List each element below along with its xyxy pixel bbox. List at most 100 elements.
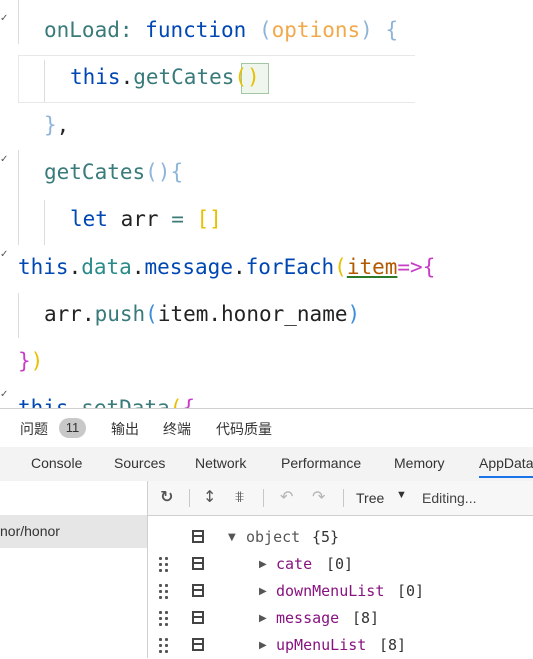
devtools-tabs: Console Sources Network Performance Memo… — [0, 447, 533, 482]
toolbar-divider — [189, 489, 190, 507]
tree-row[interactable]: ▶ downMenuList [0] — [148, 578, 533, 605]
tree-row[interactable]: ▶ cate [0] — [148, 551, 533, 578]
collapse-all-icon[interactable]: ⩨ — [235, 488, 244, 506]
problems-count-badge: 11 — [59, 418, 86, 438]
redo-icon[interactable]: ↷ — [312, 488, 325, 506]
token-paren: ( — [234, 65, 248, 89]
token-paren: ) — [360, 18, 373, 42]
object-icon — [192, 638, 204, 651]
token-dot: . — [81, 302, 95, 326]
tree-node-meta: [8] — [379, 636, 407, 654]
tab-console[interactable]: Console — [31, 455, 82, 471]
tree-row-root[interactable]: ▼ object {5} — [148, 524, 533, 551]
token-comma: , — [56, 113, 70, 137]
tab-problems[interactable]: 问题 — [20, 419, 48, 439]
code-line-7: arr.push(item.honor_name) — [44, 300, 360, 328]
drag-handle-icon[interactable] — [159, 611, 169, 627]
tab-memory[interactable]: Memory — [394, 455, 445, 471]
code-line-9: this.setData({ — [18, 394, 195, 408]
token-brace: } — [44, 113, 57, 137]
token-argument: item.honor_name — [157, 302, 348, 326]
token-brace: } — [18, 349, 31, 373]
token-brace: { — [385, 18, 399, 42]
tab-output[interactable]: 输出 — [111, 419, 139, 439]
code-line-4: getCates(){ — [44, 158, 183, 186]
token-variable: arr — [44, 302, 82, 326]
drag-handle-icon[interactable] — [159, 638, 169, 654]
token-operator: = — [171, 207, 184, 231]
appdata-tree: ▼ object {5} ▶ cate [0] ▶ downMenuList [… — [148, 516, 533, 658]
token-paren: ( — [145, 302, 158, 326]
token-paren: ( — [169, 396, 183, 408]
token-method-name: getCates — [44, 160, 146, 184]
drag-handle-icon[interactable] — [159, 557, 169, 573]
token-this: this — [70, 65, 121, 89]
expanded-arrow-icon[interactable]: ▼ — [228, 524, 236, 551]
tree-node-name: upMenuList — [276, 636, 367, 654]
sidebar-item-page[interactable]: nor/honor — [0, 515, 147, 548]
tab-sources[interactable]: Sources — [114, 455, 165, 471]
refresh-icon[interactable]: ↻ — [160, 488, 173, 506]
code-line-5: let arr = [] — [70, 205, 222, 233]
tree-node-meta: [0] — [326, 555, 354, 573]
expand-all-icon[interactable]: ↕ — [203, 488, 216, 506]
token-method: getCates — [133, 65, 235, 89]
toolbar-divider — [263, 489, 264, 507]
fold-icon[interactable] — [0, 390, 10, 400]
token-property: message — [144, 255, 233, 279]
code-line-1: onLoad: function (options) { — [44, 16, 398, 44]
indent-guide — [18, 293, 19, 338]
fold-icon[interactable] — [0, 155, 10, 165]
token-dot: . — [232, 255, 246, 279]
tree-node-name: message — [276, 609, 340, 627]
fold-icon[interactable] — [0, 250, 10, 260]
code-editor[interactable]: onLoad: function (options) { this.getCat… — [0, 0, 533, 408]
toolbar-divider — [343, 489, 344, 507]
sidebar-header — [0, 481, 147, 516]
tree-node-name: cate — [276, 555, 313, 573]
code-line-3: }, — [44, 111, 69, 139]
collapsed-arrow-icon[interactable]: ▶ — [259, 605, 267, 632]
token-param: item — [346, 255, 398, 279]
tree-row[interactable]: ▶ message [8] — [148, 605, 533, 632]
tree-node-name: downMenuList — [276, 582, 385, 600]
appdata-toolbar: ↻ ↕ ⩨ ↶ ↷ Tree ▼ Editing... — [148, 481, 533, 516]
token-method: push — [94, 302, 146, 326]
object-icon — [192, 584, 204, 597]
token-key: onLoad — [44, 18, 120, 42]
tree-node-meta: [0] — [397, 582, 425, 600]
code-line-2: this.getCates() — [70, 63, 260, 91]
bottom-panel: 问题 11 输出 终端 代码质量 Console Sources Network… — [0, 408, 533, 658]
object-icon — [192, 530, 204, 543]
token-array: [] — [196, 207, 222, 231]
tree-row[interactable]: ▶ upMenuList [8] — [148, 632, 533, 659]
drag-handle-icon[interactable] — [159, 584, 169, 600]
view-mode-select[interactable]: Tree — [356, 490, 384, 506]
token-brace: { — [422, 255, 436, 279]
page-list-sidebar: nor/honor — [0, 481, 148, 658]
tab-performance[interactable]: Performance — [281, 455, 361, 471]
collapsed-arrow-icon[interactable]: ▶ — [259, 578, 267, 605]
indent-guide — [18, 150, 19, 245]
object-icon — [192, 611, 204, 624]
code-line-8: }) — [18, 347, 43, 375]
chevron-down-icon[interactable]: ▼ — [396, 489, 407, 501]
tab-code-quality[interactable]: 代码质量 — [216, 419, 272, 439]
tab-network[interactable]: Network — [195, 455, 246, 471]
code-line-6: this.data.message.forEach(item=>{ — [18, 253, 435, 281]
undo-icon[interactable]: ↶ — [280, 488, 293, 506]
token-this: this — [18, 255, 69, 279]
tab-terminal[interactable]: 终端 — [163, 419, 191, 439]
token-method: forEach — [245, 255, 335, 279]
token-dot: . — [120, 65, 134, 89]
fold-icon[interactable] — [0, 14, 10, 24]
collapsed-arrow-icon[interactable]: ▶ — [259, 551, 267, 578]
panel-tabs: 问题 11 输出 终端 代码质量 — [0, 409, 533, 447]
indent-guide — [18, 0, 19, 44]
collapsed-arrow-icon[interactable]: ▶ — [259, 632, 267, 659]
token-dot: . — [131, 255, 145, 279]
token-method: setData — [81, 396, 170, 408]
token-property: data — [81, 255, 132, 279]
token-colon: : — [119, 18, 133, 42]
tab-appdata[interactable]: AppData — [479, 455, 533, 478]
